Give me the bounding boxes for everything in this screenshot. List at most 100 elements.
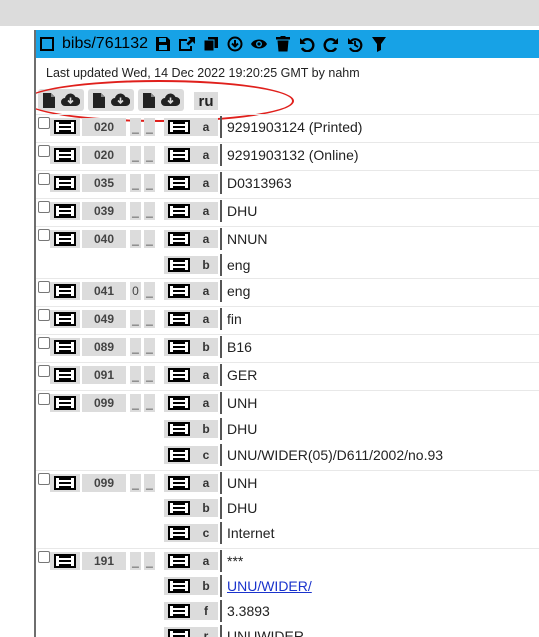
subfield-value[interactable]: *** [227,553,243,569]
indicator-1[interactable]: _ [130,146,141,164]
indicator-1[interactable]: _ [130,552,141,570]
subfield-value[interactable]: UNU/WIDER(05)/D611/2002/no.93 [227,447,443,463]
undo-icon[interactable] [298,35,316,53]
field-select-checkbox[interactable] [38,229,50,241]
subfield-code[interactable]: b [194,499,218,517]
field-tag[interactable]: 191 [82,552,126,570]
field-select-checkbox[interactable] [38,145,50,157]
redo-icon[interactable] [322,35,340,53]
subfield-code[interactable]: a [194,474,218,492]
field-select-checkbox[interactable] [38,337,50,349]
subfield-value[interactable]: eng [227,283,250,299]
subfield-value[interactable]: DHU [227,421,257,437]
cloud-download-icon[interactable] [160,92,180,108]
filter-icon[interactable] [370,35,388,53]
indicator-2[interactable]: _ [144,230,155,248]
subfield-menu-icon[interactable] [164,202,194,220]
subfield-value[interactable]: UNUWIDER [227,628,304,637]
subfield-value[interactable]: 9291903124 (Printed) [227,119,362,135]
document-icon[interactable] [142,92,156,108]
subfield-menu-icon[interactable] [164,446,194,464]
indicator-2[interactable]: _ [144,282,155,300]
field-menu-icon[interactable] [50,118,80,136]
cloud-download-icon[interactable] [60,92,80,108]
field-tag[interactable]: 040 [82,230,126,248]
subfield-value[interactable]: UNH [227,395,257,411]
document-icon[interactable] [92,92,106,108]
subfield-menu-icon[interactable] [164,282,194,300]
subfield-value[interactable]: fin [227,311,242,327]
delete-icon[interactable] [274,35,292,53]
subfield-menu-icon[interactable] [164,118,194,136]
field-select-checkbox[interactable] [38,365,50,377]
field-tag[interactable]: 035 [82,174,126,192]
subfield-code[interactable]: a [194,118,218,136]
indicator-2[interactable]: _ [144,310,155,328]
field-select-checkbox[interactable] [38,201,50,213]
language-code[interactable]: ru [194,92,218,110]
field-tag[interactable]: 099 [82,474,126,492]
subfield-menu-icon[interactable] [164,577,194,595]
field-tag[interactable]: 020 [82,146,126,164]
subfield-code[interactable]: f [194,602,218,620]
subfield-code[interactable]: b [194,338,218,356]
field-tag[interactable]: 089 [82,338,126,356]
indicator-2[interactable]: _ [144,338,155,356]
field-select-checkbox[interactable] [38,551,50,563]
subfield-code[interactable]: r [194,627,218,637]
subfield-code[interactable]: a [194,202,218,220]
subfield-code[interactable]: a [194,310,218,328]
indicator-2[interactable]: _ [144,202,155,220]
field-select-checkbox[interactable] [38,393,50,405]
share-icon[interactable] [178,35,196,53]
subfield-value[interactable]: 3.3893 [227,603,270,619]
subfield-menu-icon[interactable] [164,366,194,384]
indicator-1[interactable]: _ [130,338,141,356]
subfield-code[interactable]: b [194,256,218,274]
save-icon[interactable] [154,35,172,53]
subfield-code[interactable]: a [194,366,218,384]
copy-icon[interactable] [202,35,220,53]
field-tag[interactable]: 039 [82,202,126,220]
view-icon[interactable] [250,35,268,53]
subfield-code[interactable]: a [194,230,218,248]
field-menu-icon[interactable] [50,282,80,300]
subfield-menu-icon[interactable] [164,474,194,492]
indicator-1[interactable]: _ [130,202,141,220]
field-select-checkbox[interactable] [38,117,50,129]
field-menu-icon[interactable] [50,202,80,220]
subfield-menu-icon[interactable] [164,602,194,620]
indicator-1[interactable]: _ [130,174,141,192]
subfield-code[interactable]: a [194,174,218,192]
subfield-menu-icon[interactable] [164,499,194,517]
subfield-value[interactable]: D0313963 [227,175,292,191]
download-icon[interactable] [226,35,244,53]
subfield-code[interactable]: a [194,394,218,412]
subfield-menu-icon[interactable] [164,256,194,274]
cloud-download-icon[interactable] [110,92,130,108]
history-icon[interactable] [346,35,364,53]
indicator-2[interactable]: _ [144,118,155,136]
indicator-2[interactable]: _ [144,474,155,492]
subfield-code[interactable]: c [194,446,218,464]
subfield-menu-icon[interactable] [164,338,194,356]
indicator-1[interactable]: _ [130,394,141,412]
subfield-value[interactable]: NNUN [227,231,267,247]
subfield-menu-icon[interactable] [164,627,194,637]
field-select-checkbox[interactable] [38,473,50,485]
field-menu-icon[interactable] [50,338,80,356]
subfield-code[interactable]: b [194,420,218,438]
subfield-menu-icon[interactable] [164,394,194,412]
indicator-1[interactable]: _ [130,230,141,248]
subfield-value[interactable]: eng [227,257,250,273]
subfield-menu-icon[interactable] [164,230,194,248]
indicator-2[interactable]: _ [144,366,155,384]
indicator-1[interactable]: _ [130,366,141,384]
document-icon[interactable] [42,92,56,108]
field-tag[interactable]: 099 [82,394,126,412]
indicator-1[interactable]: _ [130,474,141,492]
field-menu-icon[interactable] [50,230,80,248]
indicator-2[interactable]: _ [144,146,155,164]
field-tag[interactable]: 020 [82,118,126,136]
field-menu-icon[interactable] [50,146,80,164]
